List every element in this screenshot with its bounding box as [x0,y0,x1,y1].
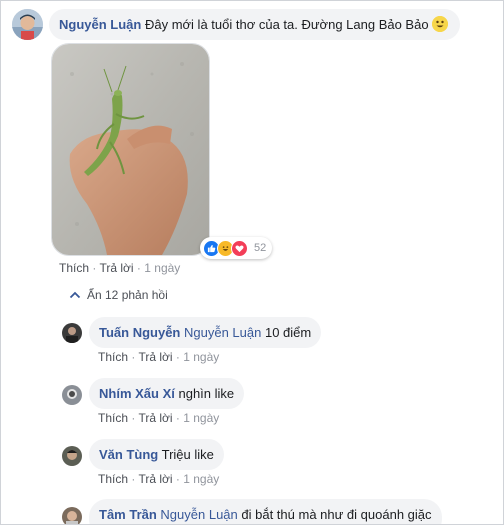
reply-avatar[interactable] [62,446,82,466]
reply-text: đi bắt thú mà như đi quoánh giặc [241,507,432,522]
separator: · [92,261,97,275]
reply-bubble: Tuấn Nguyễn Nguyễn Luận 10 điểm [89,317,322,348]
reply-avatar[interactable] [62,323,82,343]
like-link[interactable]: Thích [59,261,89,275]
timestamp[interactable]: 1 ngày [183,411,219,425]
separator: · [136,261,141,275]
love-reaction-icon [231,239,248,257]
like-link[interactable]: Thích [98,350,128,364]
comment-photo[interactable] [51,43,210,256]
reaction-count: 52 [254,242,267,254]
avatar-image [12,9,43,40]
reply-author[interactable]: Tuấn Nguyễn [99,325,180,340]
reply-actions: Thích · Trả lời · 1 ngày [98,472,220,486]
main-comment-bubble: Nguyễn Luận Đây mới là tuổi thơ của ta. … [49,9,461,40]
like-link[interactable]: Thích [98,411,128,425]
reply-link[interactable]: Trả lời [99,261,133,275]
main-comment-text: Đây mới là tuổi thơ của ta. Đường Lang B… [144,17,429,32]
haha-emoji-icon [432,16,449,32]
main-comment-avatar[interactable] [12,9,43,40]
reply-link[interactable]: Trả lời [138,350,172,364]
like-link[interactable]: Thích [98,472,128,486]
hide-replies-link[interactable]: Ẩn 12 phản hồi [69,288,168,302]
hide-replies-label: Ẩn 12 phản hồi [87,288,168,302]
reply-bubble: Tâm Trần Nguyễn Luận đi bắt thú mà như đ… [89,499,442,524]
reply-mention[interactable]: Nguyễn Luận [184,325,261,340]
timestamp[interactable]: 1 ngày [183,350,219,364]
chevron-up-icon [69,291,81,299]
reply-author[interactable]: Tâm Trần [99,507,157,522]
reply-text: nghìn like [178,386,235,401]
reply-actions: Thích · Trả lời · 1 ngày [98,350,220,364]
reply-link[interactable]: Trả lời [138,411,172,425]
reply-avatar[interactable] [62,385,82,405]
timestamp[interactable]: 1 ngày [144,261,180,275]
reply-bubble: Nhím Xấu Xí nghìn like [89,378,245,409]
praying-mantis-photo [52,44,209,255]
comments-panel: Nguyễn Luận Đây mới là tuổi thơ của ta. … [0,0,504,525]
reply-author[interactable]: Văn Tùng [99,447,158,462]
reactions-summary[interactable]: 52 [200,237,273,259]
reply-bubble: Văn Tùng Triệu like [89,439,224,470]
reply-avatar[interactable] [62,507,82,524]
reply-link[interactable]: Trả lời [138,472,172,486]
main-comment-author[interactable]: Nguyễn Luận [59,17,141,32]
reply-actions: Thích · Trả lời · 1 ngày [98,411,220,425]
timestamp[interactable]: 1 ngày [183,472,219,486]
main-comment-actions: Thích · Trả lời · 1 ngày [59,261,180,275]
reply-text: 10 điểm [264,325,312,340]
reply-text: Triệu like [161,447,214,462]
reply-mention[interactable]: Nguyễn Luận [160,507,237,522]
reply-author[interactable]: Nhím Xấu Xí [99,386,175,401]
